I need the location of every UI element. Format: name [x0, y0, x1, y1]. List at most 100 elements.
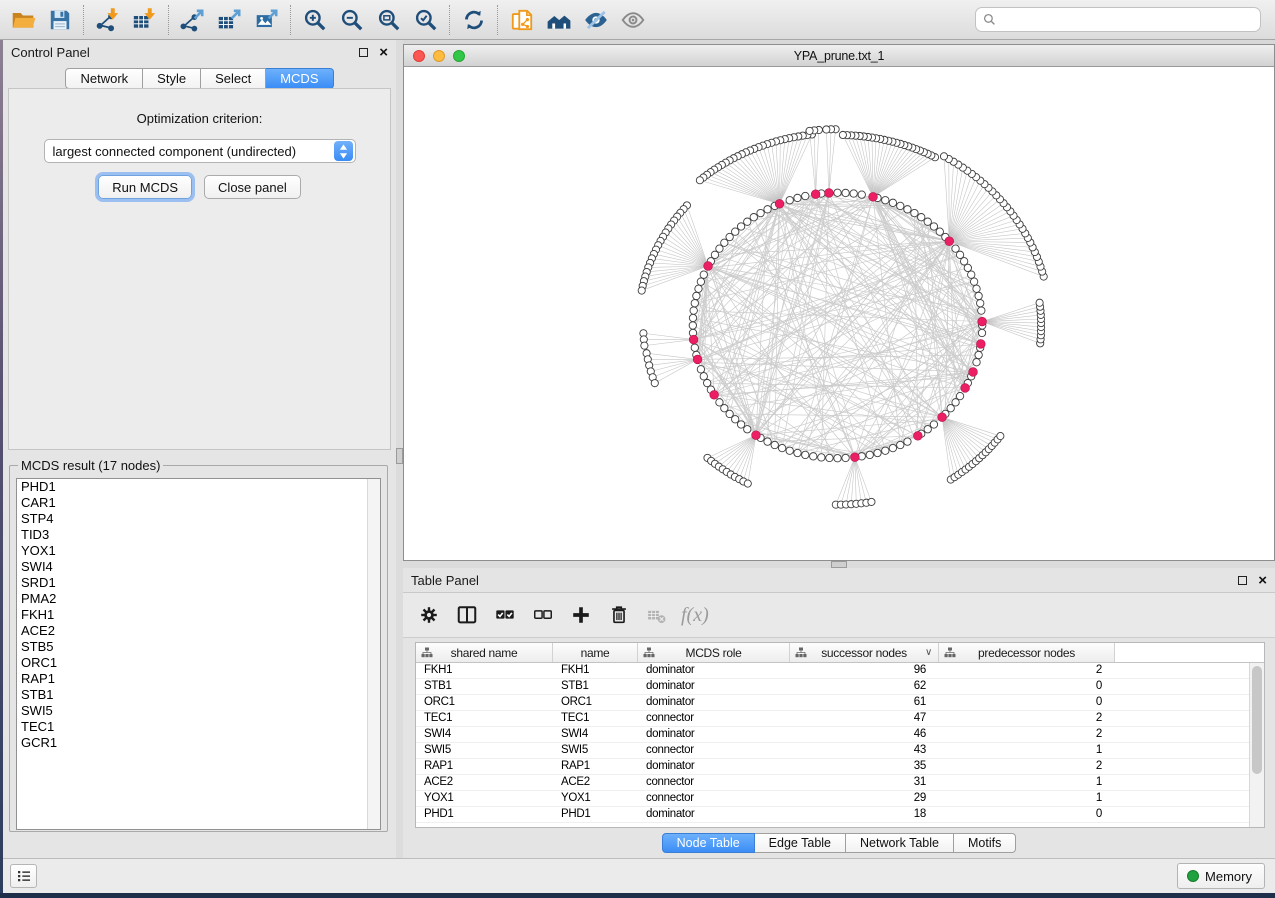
- splitter-grip-icon[interactable]: [831, 561, 847, 568]
- network-node[interactable]: [689, 322, 696, 329]
- network-node[interactable]: [978, 307, 985, 314]
- network-node[interactable]: [810, 453, 817, 460]
- optimization-select[interactable]: largest connected component (undirected): [44, 139, 356, 163]
- network-node[interactable]: [882, 197, 889, 204]
- table-scrollbar[interactable]: [1249, 663, 1264, 827]
- network-node[interactable]: [834, 455, 841, 462]
- mcds-result-node[interactable]: SRD1: [17, 575, 380, 591]
- table-row[interactable]: FKH1FKH1dominator962: [416, 663, 1249, 679]
- mcds-network-node[interactable]: [976, 340, 985, 349]
- network-node[interactable]: [842, 189, 849, 196]
- network-node[interactable]: [911, 209, 918, 216]
- network-node[interactable]: [691, 300, 698, 307]
- network-node[interactable]: [764, 206, 771, 213]
- network-node[interactable]: [750, 214, 757, 221]
- import-table-button[interactable]: [126, 3, 163, 37]
- network-node[interactable]: [737, 223, 744, 230]
- network-node[interactable]: [973, 285, 980, 292]
- network-node[interactable]: [732, 416, 739, 423]
- mcds-network-node[interactable]: [869, 192, 878, 201]
- import-network-button[interactable]: [89, 3, 126, 37]
- network-node[interactable]: [695, 285, 702, 292]
- mcds-result-node[interactable]: STB5: [17, 639, 380, 655]
- result-list-scrollbar[interactable]: [367, 479, 380, 829]
- column-header-shared-name[interactable]: shared name: [416, 643, 553, 662]
- mcds-result-node[interactable]: PHD1: [17, 479, 380, 495]
- column-header-successor-nodes[interactable]: successor nodes∨: [790, 643, 939, 662]
- export-network-button[interactable]: [174, 3, 211, 37]
- network-node[interactable]: [693, 292, 700, 299]
- mcds-result-node[interactable]: STB1: [17, 687, 380, 703]
- mcds-result-node[interactable]: GCR1: [17, 735, 380, 751]
- open-button[interactable]: [4, 3, 41, 37]
- delete-column-button[interactable]: [603, 599, 635, 631]
- mcds-network-node[interactable]: [945, 237, 954, 246]
- network-canvas[interactable]: [404, 67, 1274, 560]
- tab-select[interactable]: Select: [201, 68, 266, 89]
- split-view-button[interactable]: [451, 599, 483, 631]
- mcds-result-node[interactable]: YOX1: [17, 543, 380, 559]
- mcds-network-node[interactable]: [704, 262, 713, 271]
- mcds-network-node[interactable]: [710, 390, 719, 399]
- network-node[interactable]: [794, 449, 801, 456]
- network-node[interactable]: [964, 264, 971, 271]
- table-row[interactable]: SWI5SWI5connector431: [416, 743, 1249, 759]
- mcds-network-node[interactable]: [969, 368, 978, 377]
- close-panel-icon[interactable]: ×: [379, 48, 388, 57]
- zoom-in-button[interactable]: [296, 3, 333, 37]
- network-node[interactable]: [850, 190, 857, 197]
- tab-mcds[interactable]: MCDS: [266, 68, 333, 89]
- mcds-network-node[interactable]: [775, 199, 784, 208]
- network-node[interactable]: [975, 351, 982, 358]
- export-image-button[interactable]: [248, 3, 285, 37]
- network-node[interactable]: [975, 292, 982, 299]
- close-panel-icon[interactable]: ×: [1258, 576, 1267, 585]
- mcds-network-node[interactable]: [752, 431, 761, 440]
- mcds-network-node[interactable]: [689, 335, 698, 344]
- mcds-network-node[interactable]: [961, 384, 970, 393]
- network-node[interactable]: [936, 228, 943, 235]
- network-node[interactable]: [651, 380, 658, 387]
- select-all-button[interactable]: [489, 599, 521, 631]
- network-node[interactable]: [744, 218, 751, 225]
- network-node[interactable]: [952, 245, 959, 252]
- network-node[interactable]: [689, 314, 696, 321]
- network-node[interactable]: [897, 202, 904, 209]
- network-node[interactable]: [970, 278, 977, 285]
- network-node[interactable]: [703, 379, 710, 386]
- table-row[interactable]: ACE2ACE2connector311: [416, 775, 1249, 791]
- gear-button[interactable]: [413, 599, 445, 631]
- network-node[interactable]: [940, 153, 947, 160]
- network-node[interactable]: [737, 421, 744, 428]
- search-box[interactable]: [975, 7, 1261, 32]
- network-node[interactable]: [802, 192, 809, 199]
- mcds-result-node[interactable]: SWI5: [17, 703, 380, 719]
- network-node[interactable]: [968, 271, 975, 278]
- network-node[interactable]: [1036, 299, 1043, 306]
- network-graph[interactable]: [404, 67, 1274, 560]
- horizontal-splitter[interactable]: [403, 561, 1275, 568]
- table-row[interactable]: YOX1YOX1connector291: [416, 791, 1249, 807]
- network-node[interactable]: [960, 258, 967, 265]
- network-node[interactable]: [918, 214, 925, 221]
- mcds-result-node[interactable]: ORC1: [17, 655, 380, 671]
- tab-network-table[interactable]: Network Table: [846, 833, 954, 853]
- network-node[interactable]: [771, 441, 778, 448]
- network-node[interactable]: [818, 454, 825, 461]
- network-node[interactable]: [778, 444, 785, 451]
- network-node[interactable]: [786, 447, 793, 454]
- new-network-from-selection-button[interactable]: [503, 3, 540, 37]
- mcds-network-node[interactable]: [978, 317, 987, 326]
- mcds-result-node[interactable]: TEC1: [17, 719, 380, 735]
- network-node[interactable]: [700, 271, 707, 278]
- network-node[interactable]: [897, 441, 904, 448]
- add-column-button[interactable]: [565, 599, 597, 631]
- network-node[interactable]: [697, 278, 704, 285]
- mcds-result-node[interactable]: SWI4: [17, 559, 380, 575]
- network-node[interactable]: [956, 392, 963, 399]
- network-node[interactable]: [868, 498, 875, 505]
- mcds-network-node[interactable]: [811, 190, 820, 199]
- network-node[interactable]: [834, 189, 841, 196]
- save-button[interactable]: [41, 3, 78, 37]
- refresh-button[interactable]: [455, 3, 492, 37]
